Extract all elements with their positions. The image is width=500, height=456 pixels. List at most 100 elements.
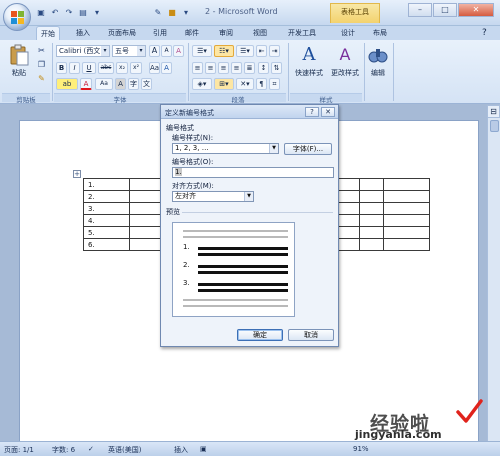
office-button[interactable] [3,3,31,31]
phonetic-guide-icon[interactable]: 文 [141,78,152,90]
table-cell[interactable] [383,178,430,191]
tab-developer[interactable]: 开发工具 [284,26,320,40]
font-color-button[interactable]: A [80,78,92,90]
dialog-help-button[interactable]: ? [305,107,319,117]
table-cell[interactable] [383,214,430,227]
table-cell[interactable] [129,202,162,215]
table-cell[interactable] [383,202,430,215]
increase-indent-icon[interactable]: ⇥ [269,45,280,57]
table-cell[interactable]: 5. [83,226,130,239]
table-cell[interactable] [129,238,162,251]
tab-insert[interactable]: 插入 [72,26,94,40]
enclosed-character-icon[interactable]: 字 [128,78,139,90]
print-preview-icon[interactable]: ▤ [77,6,89,18]
table-cell[interactable] [383,190,430,203]
character-shading-icon[interactable]: A [115,78,126,90]
word-count[interactable]: 字数: 6 [52,445,75,455]
italic-button[interactable]: I [69,62,80,74]
alignment-select[interactable]: 左对齐 ▼ [172,191,254,202]
distributed-icon[interactable]: ≣ [244,62,255,74]
minimize-button[interactable]: – [408,3,432,17]
show-marks-icon[interactable]: ¶ [256,78,267,90]
paste-button[interactable]: 粘贴 [6,44,32,78]
superscript-button[interactable]: x² [130,62,142,74]
font-name-select[interactable]: Calibri (西文1 ▾ [56,45,110,57]
shrink-font-button[interactable]: A [161,45,172,57]
customize-qat-icon-2[interactable]: ▾ [180,6,192,18]
table-cell[interactable]: 2. [83,190,130,203]
zoom-level[interactable]: 91% [353,445,369,453]
quick-styles-button[interactable]: A 快速样式 [292,44,326,78]
numbering-icon[interactable]: ☷▾ [214,45,234,57]
scroll-thumb[interactable] [490,120,499,132]
tab-design[interactable]: 设计 [337,26,359,40]
maximize-button[interactable]: □ [433,3,457,17]
table-cell[interactable] [359,214,384,227]
tab-home[interactable]: 开始 [36,26,60,40]
table-cell[interactable] [129,226,162,239]
table-cell[interactable] [383,238,430,251]
table-cell[interactable] [129,190,162,203]
table-move-handle[interactable]: + [73,170,81,178]
proofing-icon[interactable]: ✓ [88,445,94,453]
tab-layout[interactable]: 布局 [369,26,391,40]
tab-review[interactable]: 审阅 [215,26,237,40]
strikethrough-button[interactable]: abc [98,62,114,74]
cut-icon[interactable]: ✂ [36,45,47,56]
subscript-button[interactable]: x₂ [116,62,128,74]
decrease-indent-icon[interactable]: ⇤ [256,45,267,57]
font-size-select[interactable]: 五号 ▾ [112,45,146,57]
tab-page-layout[interactable]: 页面布局 [104,26,140,40]
asian-typography-icon[interactable]: ⌗ [269,78,280,90]
table-cell[interactable] [359,178,384,191]
table-cell[interactable]: 3. [83,202,130,215]
view-ruler-icon[interactable]: ⊟ [487,105,500,118]
underline-button[interactable]: U [82,62,96,74]
borders-icon[interactable]: ⊞▾ [214,78,234,90]
align-left-icon[interactable]: ≡ [192,62,203,74]
tab-mailings[interactable]: 邮件 [181,26,203,40]
character-border-icon[interactable]: A [161,62,172,74]
copy-icon[interactable]: ❐ [36,59,47,70]
multilevel-list-icon[interactable]: ☰▾ [236,45,254,57]
clear-format-button[interactable]: A [173,45,184,57]
save-icon[interactable]: ▣ [35,6,47,18]
edit-icon[interactable]: ✎ [152,6,164,18]
macro-record-icon[interactable]: ▣ [200,445,207,453]
table-cell[interactable] [359,190,384,203]
language-indicator[interactable]: 英语(美国) [108,445,141,455]
change-case-button[interactable]: Aa [95,78,113,90]
table-cell[interactable] [129,178,162,191]
align-center-icon[interactable]: ≡ [205,62,216,74]
cancel-button[interactable]: 取消 [288,329,334,341]
editing-button[interactable]: 编辑 [366,44,390,78]
shading-icon[interactable]: ◈▾ [192,78,212,90]
change-case-icon[interactable]: Aa [149,62,160,74]
chinese-layout-icon[interactable]: ✕▾ [236,78,254,90]
dialog-close-button[interactable]: ✕ [321,107,335,117]
redo-icon[interactable]: ↷ [63,6,75,18]
change-styles-button[interactable]: A 更改样式 [328,44,362,78]
close-window-button[interactable]: ✕ [458,3,494,17]
table-cell[interactable] [359,238,384,251]
bold-button[interactable]: B [56,62,67,74]
page-count[interactable]: 页面: 1/1 [4,445,34,455]
table-cell[interactable] [359,202,384,215]
vertical-scrollbar[interactable] [487,105,500,441]
font-button[interactable]: 字体(F)... [284,143,332,155]
open-folder-icon[interactable]: ■ [166,6,178,18]
table-cell[interactable]: 6. [83,238,130,251]
grow-font-button[interactable]: A [149,45,160,57]
line-spacing-icon[interactable]: ↕ [258,62,269,74]
table-cell[interactable] [129,214,162,227]
table-cell[interactable]: 1. [83,178,130,191]
tab-view[interactable]: 视图 [249,26,271,40]
format-painter-icon[interactable]: ✎ [36,73,47,84]
tab-references[interactable]: 引用 [149,26,171,40]
sort-icon[interactable]: ⇅ [271,62,282,74]
highlight-button[interactable]: ab [56,78,78,90]
justify-icon[interactable]: ≡ [231,62,242,74]
table-cell[interactable]: 4. [83,214,130,227]
customize-qat-icon[interactable]: ▾ [91,6,103,18]
undo-icon[interactable]: ↶ [49,6,61,18]
